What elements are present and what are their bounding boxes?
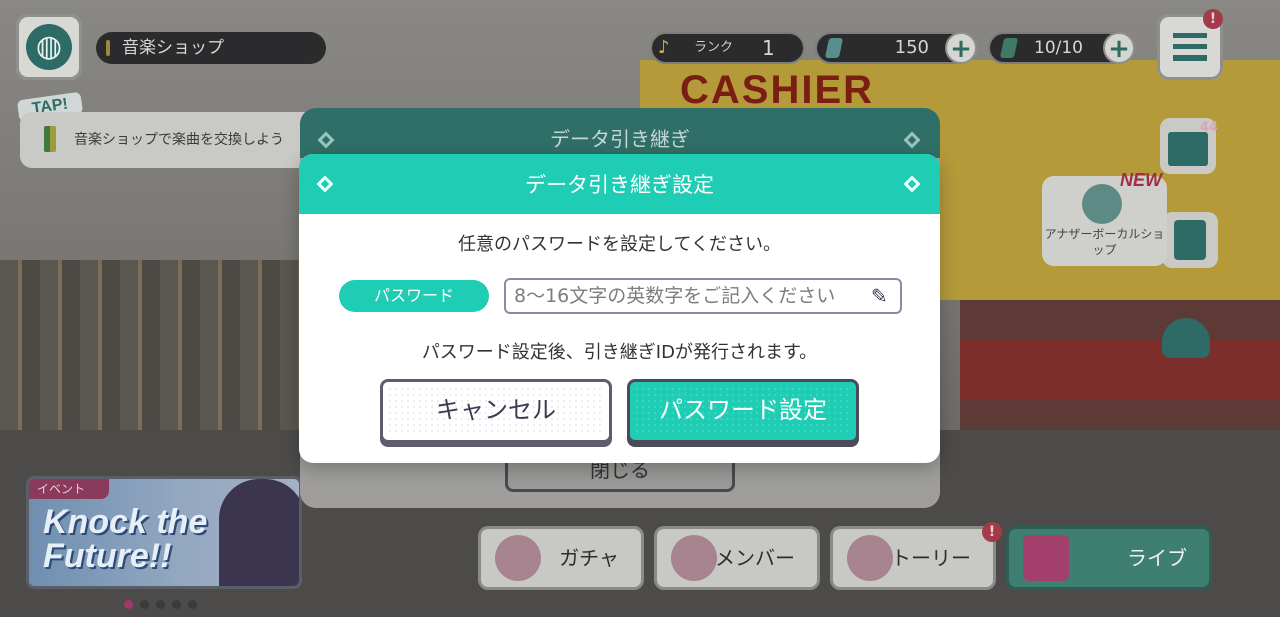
nav-live[interactable]: ライブ [1006, 526, 1212, 590]
nav-gacha[interactable]: ガチャ [478, 526, 644, 590]
event-banner[interactable]: イベント Knock the Future!! [26, 476, 302, 589]
live-icon [1023, 535, 1069, 581]
pager-dot[interactable] [188, 600, 197, 609]
event-tag: イベント [29, 479, 109, 499]
nav-story[interactable]: ストーリー [830, 526, 996, 590]
cashier-counter [960, 340, 1280, 400]
ticket-icon [999, 38, 1019, 58]
dialog-note: パスワード設定後、引き継ぎIDが発行されます。 [421, 342, 818, 363]
pager-dot[interactable] [140, 600, 149, 609]
banner-pager[interactable] [124, 594, 208, 609]
new-badge: NEW [1120, 170, 1162, 190]
pencil-icon: ✎ [871, 284, 888, 308]
dialog-header: データ引き継ぎ設定 [299, 154, 940, 214]
password-input[interactable] [504, 278, 902, 314]
mission-button[interactable] [1162, 212, 1218, 268]
member-icon [671, 535, 717, 581]
disk-icon [1082, 184, 1122, 224]
data-transfer-title: データ引き継ぎ [550, 127, 690, 151]
menu-icon [1173, 33, 1207, 61]
rank-value: 1 [762, 36, 775, 60]
rank-display[interactable]: ♪ ランク 1 [650, 32, 805, 64]
globe-icon: ◍ [26, 24, 72, 70]
event-logo: Knock the Future!! [43, 503, 208, 575]
cancel-label: キャンセル [436, 396, 556, 424]
password-setup-dialog: データ引き継ぎ設定 任意のパスワードを設定してください。 パスワード ✎ パスワ… [299, 154, 940, 463]
friends-button[interactable] [1158, 308, 1214, 364]
set-password-button[interactable]: パスワード設定 [627, 379, 859, 443]
data-transfer-header: データ引き継ぎ [300, 108, 940, 158]
gift-icon [1168, 132, 1208, 166]
pager-dot[interactable] [172, 600, 181, 609]
mission-icon [1174, 220, 1206, 260]
password-label: パスワード [339, 280, 489, 312]
nav-member-label: メンバー [715, 546, 795, 570]
rank-label: ランク [694, 40, 734, 55]
nav-live-label: ライブ [1127, 546, 1187, 570]
menu-alert-badge: ! [1203, 9, 1223, 29]
location-label: 音楽ショップ [96, 32, 326, 64]
add-tickets-button[interactable]: + [1103, 32, 1135, 64]
gift-count-badge: 44 [1200, 120, 1219, 135]
hint-text: 音楽ショップで楽曲を交換しよう [74, 132, 284, 148]
gem-count: 150 [894, 37, 929, 58]
set-password-label: パスワード設定 [659, 396, 827, 424]
rank-note-icon: ♪ [658, 37, 670, 58]
story-icon [847, 535, 893, 581]
gacha-icon [495, 535, 541, 581]
event-character [219, 479, 299, 586]
dialog-title: データ引き継ぎ設定 [525, 173, 714, 197]
location-name: 音楽ショップ [122, 38, 224, 58]
beginner-leaf-icon [44, 126, 56, 152]
gem-icon [824, 38, 844, 58]
location-pin-icon [106, 40, 110, 56]
gem-display: 150 + [815, 32, 977, 64]
hint-bubble[interactable]: 音楽ショップで楽曲を交換しよう [20, 112, 320, 168]
pager-dot[interactable] [156, 600, 165, 609]
nav-gacha-label: ガチャ [559, 546, 619, 570]
story-alert-badge: ! [982, 522, 1002, 542]
ticket-count: 10/10 [1034, 38, 1083, 58]
pager-dot[interactable] [124, 600, 133, 609]
world-map-button[interactable]: ◍ [16, 14, 82, 80]
ticket-display: 10/10 + [988, 32, 1135, 64]
friends-icon [1162, 318, 1210, 358]
another-shop-label: アナザーボーカルショップ [1044, 227, 1165, 257]
nav-member[interactable]: メンバー [654, 526, 820, 590]
dialog-instruction: 任意のパスワードを設定してください。 [458, 234, 781, 255]
add-gems-button[interactable]: + [945, 32, 977, 64]
cancel-button[interactable]: キャンセル [380, 379, 612, 443]
